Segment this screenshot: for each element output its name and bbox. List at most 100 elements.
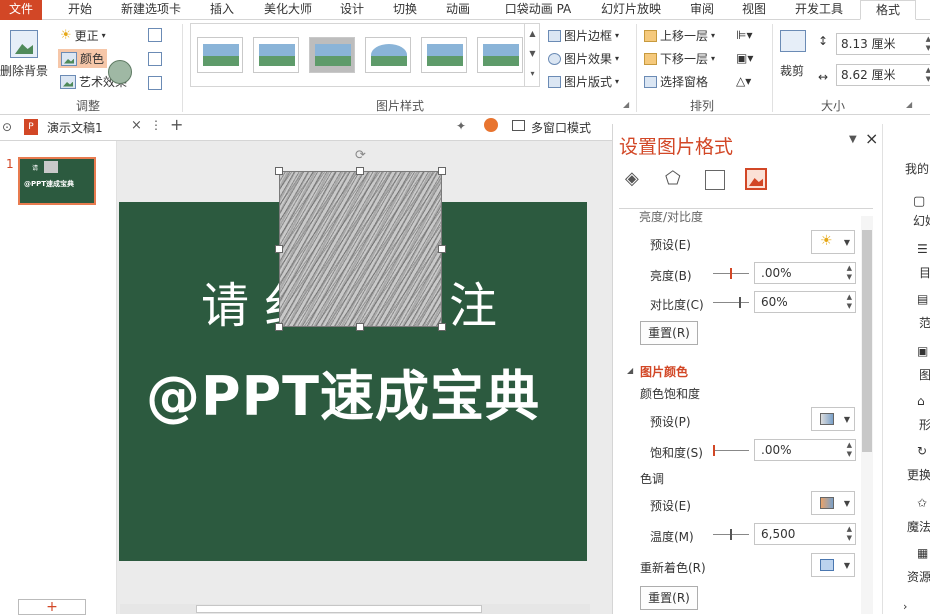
tab-pocket[interactable]: 口袋动画 PA <box>494 0 582 20</box>
replace-icon[interactable]: ↻ <box>917 444 927 458</box>
height-spinner[interactable]: 8.13 厘米 ▲ ▼ <box>836 33 930 55</box>
right-item-2[interactable]: 幻始 <box>913 212 930 229</box>
add-slide-button[interactable]: + <box>18 599 86 615</box>
tab-view[interactable]: 视图 <box>732 0 776 20</box>
picture-layout-button[interactable]: 图片版式 ▾ <box>548 73 619 90</box>
size-properties-icon[interactable] <box>705 170 725 190</box>
send-backward-button[interactable]: 下移一层 ▾ <box>644 50 715 67</box>
tab-developer[interactable]: 开发工具 <box>786 0 852 20</box>
style-thumb[interactable] <box>421 37 467 73</box>
group-icon[interactable]: ▣▾ <box>736 51 756 65</box>
slide-title[interactable]: @PPT速成宝典 <box>146 352 540 431</box>
right-item-6[interactable]: 形 <box>919 416 930 433</box>
gallery-scroll[interactable]: ▲ ▼ ▾ <box>524 24 540 86</box>
tab-animation[interactable]: 动画 <box>436 0 480 20</box>
tab-design[interactable]: 设计 <box>330 0 374 20</box>
temperature-slider[interactable] <box>713 529 749 540</box>
resize-handle[interactable] <box>275 167 283 175</box>
bring-forward-button[interactable]: 上移一层 ▾ <box>644 27 715 44</box>
saturation-input[interactable]: .00% ▲ ▼ <box>754 439 856 461</box>
slide-thumbnail[interactable]: 请 @PPT速成宝典 <box>18 157 96 205</box>
tab-slideshow[interactable]: 幻灯片放映 <box>592 0 670 20</box>
slide-text-right[interactable]: 注 <box>449 266 497 336</box>
contrast-slider[interactable] <box>713 297 749 308</box>
style-thumb[interactable] <box>477 37 523 73</box>
resize-handle[interactable] <box>275 245 283 253</box>
pane-options-icon[interactable]: ▼ <box>849 134 857 145</box>
tab-insert[interactable]: 插入 <box>200 0 244 20</box>
tab-new[interactable]: 新建选项卡 <box>112 0 190 20</box>
right-item-5[interactable]: 图 <box>919 366 930 383</box>
style-thumb[interactable] <box>253 37 299 73</box>
right-item-mine[interactable]: 我的 <box>905 160 929 177</box>
compress-icon[interactable] <box>148 28 162 42</box>
color-button[interactable]: 颜色 <box>58 49 108 68</box>
list-icon[interactable]: ☰ <box>917 242 928 256</box>
pin-icon[interactable]: ✦ <box>456 119 466 133</box>
picture-effects-button[interactable]: 图片效果 ▾ <box>548 50 619 67</box>
crop-button[interactable]: 裁剪 <box>780 62 804 79</box>
preset-dropdown[interactable]: ☀ ▼ <box>811 230 855 254</box>
expand-icon[interactable]: › <box>903 600 907 613</box>
tab-home[interactable]: 开始 <box>58 0 102 20</box>
recolor-dropdown[interactable]: ▼ <box>811 553 855 577</box>
resize-handle[interactable] <box>275 323 283 331</box>
launcher-icon[interactable]: ◢ <box>623 100 629 109</box>
temperature-input[interactable]: 6,500 ▲ ▼ <box>754 523 856 545</box>
contrast-input[interactable]: 60% ▲ ▼ <box>754 291 856 313</box>
crop-icon[interactable] <box>780 30 806 52</box>
restore-icon[interactable]: ⊙ <box>2 120 12 134</box>
gear-icon[interactable] <box>484 118 498 132</box>
corrections-button[interactable]: ☀ 更正 ▾ <box>60 27 106 44</box>
reset-color-button[interactable]: 重置(R) <box>640 586 698 610</box>
new-tab-icon[interactable]: + <box>170 115 183 134</box>
picture-border-button[interactable]: 图片边框 ▾ <box>548 27 619 44</box>
section-picture-color[interactable]: 图片颜色 <box>640 363 688 380</box>
style-thumb[interactable] <box>197 37 243 73</box>
close-tab-icon[interactable]: × <box>131 118 142 133</box>
resize-handle[interactable] <box>438 167 446 175</box>
slide-text-left[interactable]: 请 <box>201 266 249 336</box>
image-icon[interactable]: ▣ <box>917 344 928 358</box>
selected-picture[interactable] <box>279 171 442 327</box>
style-thumb[interactable] <box>365 37 411 73</box>
rotate-icon[interactable]: △▾ <box>736 74 756 88</box>
tab-transition[interactable]: 切换 <box>383 0 427 20</box>
pane-scrollbar-thumb[interactable] <box>862 230 872 452</box>
style-thumb[interactable] <box>309 37 355 73</box>
right-item-9[interactable]: 资源 <box>907 568 930 585</box>
right-item-8[interactable]: 魔法 <box>907 518 930 535</box>
resize-handle[interactable] <box>356 167 364 175</box>
menu-file[interactable]: 文件 <box>0 0 42 20</box>
tab-beautify[interactable]: 美化大师 <box>255 0 321 20</box>
resource-icon[interactable]: ▦ <box>917 546 928 560</box>
saturation-preset-dropdown[interactable]: ▼ <box>811 407 855 431</box>
resize-handle[interactable] <box>438 323 446 331</box>
reset-picture-icon[interactable] <box>148 76 162 90</box>
picture-styles-gallery[interactable]: ▲ ▼ ▾ <box>190 23 540 87</box>
effects-pentagon-icon[interactable]: ⬠ <box>665 168 687 190</box>
tab-review[interactable]: 审阅 <box>680 0 724 20</box>
reset-button[interactable]: 重置(R) <box>640 321 698 345</box>
right-item-3[interactable]: 目 <box>919 264 930 281</box>
shape-icon[interactable]: ⌂ <box>917 394 925 408</box>
change-picture-icon[interactable] <box>148 52 162 66</box>
width-spinner[interactable]: 8.62 厘米 ▲ ▼ <box>836 64 930 86</box>
section-brightness-contrast[interactable]: 亮度/对比度 <box>639 208 703 225</box>
fill-icon[interactable]: ◈ <box>625 168 647 190</box>
remove-background-button[interactable]: 删除背景 <box>0 62 48 79</box>
tone-preset-dropdown[interactable]: ▼ <box>811 491 855 515</box>
remove-background-icon[interactable] <box>10 30 38 58</box>
scrollbar-thumb[interactable] <box>196 605 482 613</box>
more-icon[interactable]: ⋮ <box>150 118 162 132</box>
template-icon[interactable]: ▤ <box>917 292 928 306</box>
right-item-7[interactable]: 更换 <box>907 466 930 483</box>
resize-handle[interactable] <box>438 245 446 253</box>
slideshow-icon[interactable]: ▢ <box>913 194 925 209</box>
resize-handle[interactable] <box>356 323 364 331</box>
saturation-slider[interactable] <box>713 445 749 456</box>
rotate-handle-icon[interactable]: ⟳ <box>355 148 366 163</box>
doc-tab-title[interactable]: 演示文稿1 <box>47 119 103 136</box>
multiwindow-button[interactable]: 多窗口模式 <box>531 119 591 136</box>
brightness-slider[interactable] <box>713 268 749 279</box>
